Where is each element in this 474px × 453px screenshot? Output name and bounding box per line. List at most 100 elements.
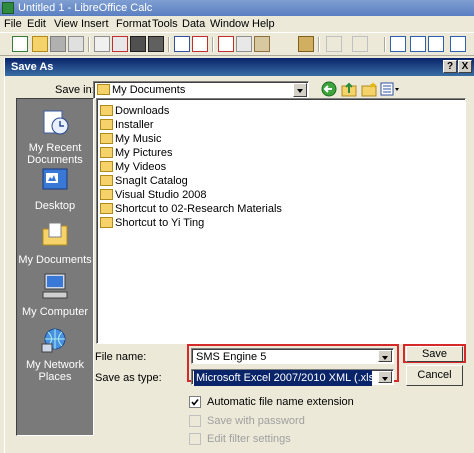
toolbar-separator xyxy=(168,37,170,52)
app-title: Untitled 1 - LibreOffice Calc xyxy=(18,2,153,14)
toolbar-separator xyxy=(212,37,214,52)
save-as-type-dropdown[interactable]: Microsoft Excel 2007/2010 XML (.xlsx) xyxy=(191,369,394,386)
help-button[interactable]: ? xyxy=(443,60,457,73)
calc-app-icon xyxy=(2,2,14,14)
menu-bar: File Edit View Insert Format Tools Data … xyxy=(0,16,474,32)
chevron-down-icon[interactable] xyxy=(378,350,392,362)
hyperlink-icon[interactable] xyxy=(390,36,406,52)
list-item[interactable]: My Pictures xyxy=(100,146,172,160)
sort-ascending-icon[interactable] xyxy=(410,36,426,52)
autospellcheck-icon[interactable] xyxy=(192,36,208,52)
menu-format[interactable]: Format xyxy=(116,17,151,31)
list-item[interactable]: Downloads xyxy=(100,104,169,118)
checkbox-box[interactable] xyxy=(189,396,201,408)
new-folder-icon[interactable] xyxy=(361,81,377,97)
menu-view[interactable]: View xyxy=(54,17,78,31)
list-item[interactable]: SnagIt Catalog xyxy=(100,174,188,188)
copy-icon[interactable] xyxy=(236,36,252,52)
shortcut-folder-icon xyxy=(100,203,113,214)
desktop-icon xyxy=(42,168,68,190)
file-name-label: File name: xyxy=(95,351,147,363)
place-my-documents[interactable]: My Documents xyxy=(17,219,93,266)
network-places-icon xyxy=(41,328,66,353)
close-button[interactable]: X xyxy=(458,60,472,73)
sort-descending-icon[interactable] xyxy=(428,36,444,52)
menu-help[interactable]: Help xyxy=(252,17,275,31)
list-item[interactable]: Installer xyxy=(100,118,154,132)
list-item-label: My Music xyxy=(115,133,162,145)
new-document-icon[interactable] xyxy=(12,36,28,52)
export-pdf-icon[interactable] xyxy=(112,36,128,52)
chevron-down-icon[interactable] xyxy=(378,371,392,383)
email-icon[interactable] xyxy=(68,36,84,52)
menu-insert[interactable]: Insert xyxy=(81,17,109,31)
list-item-label: SnagIt Catalog xyxy=(115,175,188,187)
print-icon[interactable] xyxy=(130,36,146,52)
up-folder-icon[interactable] xyxy=(341,81,357,97)
file-name-input[interactable]: SMS Engine 5 xyxy=(191,348,394,364)
my-documents-folder-icon xyxy=(97,84,110,95)
folder-icon xyxy=(100,175,113,186)
place-recent-documents[interactable]: My Recent Documents xyxy=(17,107,93,166)
save-disk-icon[interactable] xyxy=(50,36,66,52)
checkbox-label: Automatic file name extension xyxy=(207,396,354,408)
place-label: My Network Places xyxy=(25,359,85,383)
toolbar-separator xyxy=(88,37,90,52)
place-network[interactable]: My Network Places xyxy=(17,324,93,383)
checkbox-box[interactable] xyxy=(189,433,201,445)
menu-file[interactable]: File xyxy=(4,17,22,31)
menu-window[interactable]: Window xyxy=(210,17,249,31)
file-list[interactable]: Downloads Installer My Music My Pictures… xyxy=(96,98,466,344)
cancel-button[interactable]: Cancel xyxy=(406,365,463,386)
menu-data[interactable]: Data xyxy=(182,17,205,31)
checkbox-box[interactable] xyxy=(189,415,201,427)
places-sidebar: My Recent Documents Desktop My Documents xyxy=(16,98,94,436)
place-my-computer[interactable]: My Computer xyxy=(17,271,93,318)
list-item[interactable]: My Videos xyxy=(100,160,166,174)
checkbox-label: Save with password xyxy=(207,415,305,427)
paste-icon[interactable] xyxy=(254,36,270,52)
menu-edit[interactable]: Edit xyxy=(27,17,46,31)
list-item-label: Downloads xyxy=(115,105,170,117)
place-label: My Documents xyxy=(18,254,92,266)
open-folder-icon[interactable] xyxy=(32,36,48,52)
toolbar-separator xyxy=(384,37,386,52)
save-in-value: My Documents xyxy=(112,84,186,96)
my-computer-icon xyxy=(42,273,68,299)
place-label: Desktop xyxy=(34,200,76,212)
dialog-title-bar: Save As ? X xyxy=(5,58,474,76)
undo-icon[interactable] xyxy=(326,36,342,52)
pictures-folder-icon xyxy=(100,147,113,158)
recent-documents-icon xyxy=(43,110,69,135)
back-icon[interactable] xyxy=(321,81,337,97)
list-item[interactable]: Shortcut to 02-Research Materials xyxy=(100,202,282,216)
redo-icon[interactable] xyxy=(352,36,368,52)
save-in-dropdown[interactable]: My Documents xyxy=(93,81,309,99)
toolbar-separator xyxy=(318,37,320,52)
edit-file-icon[interactable] xyxy=(94,36,110,52)
print-preview-icon[interactable] xyxy=(148,36,164,52)
list-item[interactable]: Visual Studio 2008 xyxy=(100,188,207,202)
list-item[interactable]: Shortcut to Yi Ting xyxy=(100,216,204,230)
spellcheck-icon[interactable] xyxy=(174,36,190,52)
chevron-down-icon[interactable] xyxy=(293,83,307,97)
folder-icon xyxy=(100,119,113,130)
my-documents-icon xyxy=(42,222,68,246)
file-name-value: SMS Engine 5 xyxy=(196,351,267,363)
save-as-type-value: Microsoft Excel 2007/2010 XML (.xlsx) xyxy=(194,370,372,386)
place-label: My Recent Documents xyxy=(27,142,83,166)
checkbox-label: Edit filter settings xyxy=(207,433,291,445)
folder-icon xyxy=(100,189,113,200)
list-item-label: My Videos xyxy=(115,161,167,173)
list-item[interactable]: My Music xyxy=(100,132,161,146)
insert-chart-icon[interactable] xyxy=(450,36,466,52)
view-menu-icon[interactable] xyxy=(380,81,400,97)
cut-icon[interactable] xyxy=(218,36,234,52)
list-item-label: Shortcut to 02-Research Materials xyxy=(115,203,282,215)
save-button[interactable]: Save xyxy=(406,346,463,362)
place-desktop[interactable]: Desktop xyxy=(17,165,93,212)
list-item-label: Shortcut to Yi Ting xyxy=(115,217,205,229)
save-as-dialog: Save As ? X Save in: My Documents My Rec… xyxy=(4,58,474,453)
menu-tools[interactable]: Tools xyxy=(152,17,178,31)
clone-formatting-icon[interactable] xyxy=(298,36,314,52)
